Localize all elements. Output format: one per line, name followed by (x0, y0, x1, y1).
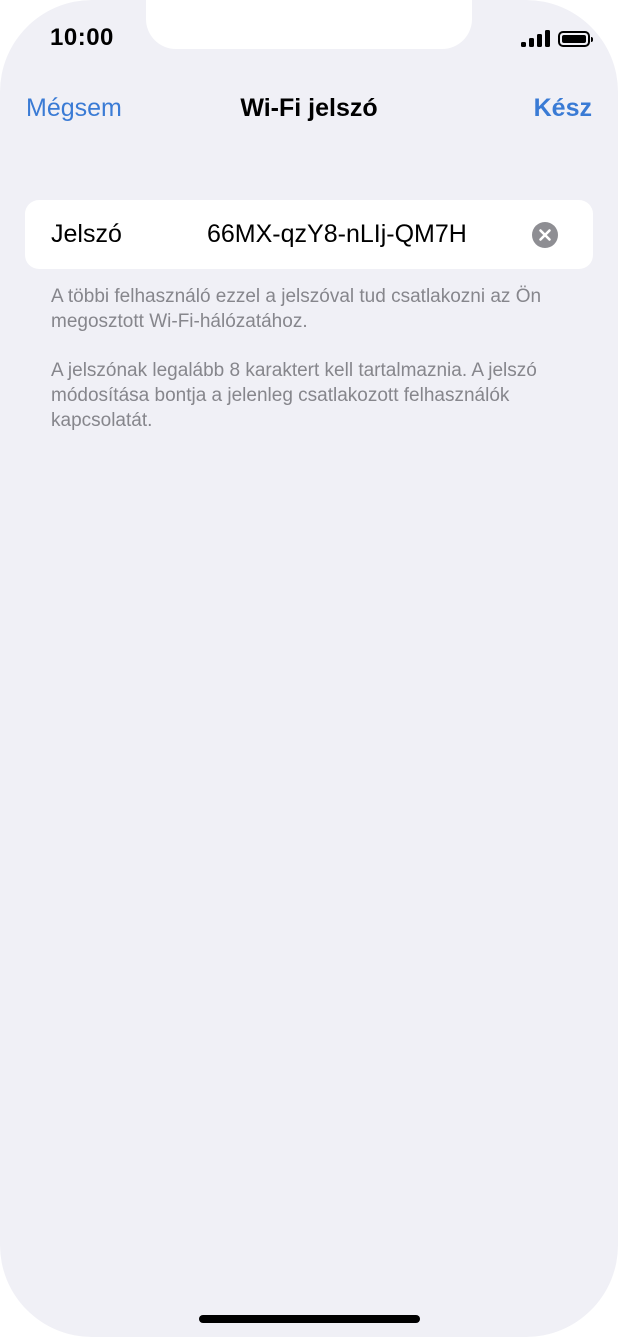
battery-icon (558, 30, 593, 47)
password-input[interactable] (207, 214, 527, 254)
clear-circle-icon (539, 229, 551, 241)
home-indicator[interactable] (199, 1315, 420, 1323)
notch (146, 0, 472, 49)
status-icons (521, 30, 593, 47)
footnote-password-requirements: A jelszónak legalább 8 karaktert kell ta… (51, 360, 537, 431)
password-field-card: Jelszó (25, 200, 593, 269)
done-button[interactable]: Kész (534, 94, 592, 123)
cellular-signal-icon (521, 30, 550, 47)
navigation-bar: Mégsem Wi-Fi jelszó Kész (0, 86, 618, 134)
page-title: Wi-Fi jelszó (240, 94, 378, 122)
password-label: Jelszó (51, 220, 122, 248)
footnote-sharing-info: A többi felhasználó ezzel a jelszóval tu… (51, 286, 542, 332)
phone-screen: 10:00 Mégsem Wi-Fi jelszó Kész Jelszó A … (0, 0, 618, 1337)
clear-button[interactable] (532, 222, 558, 248)
status-time: 10:00 (50, 24, 114, 51)
